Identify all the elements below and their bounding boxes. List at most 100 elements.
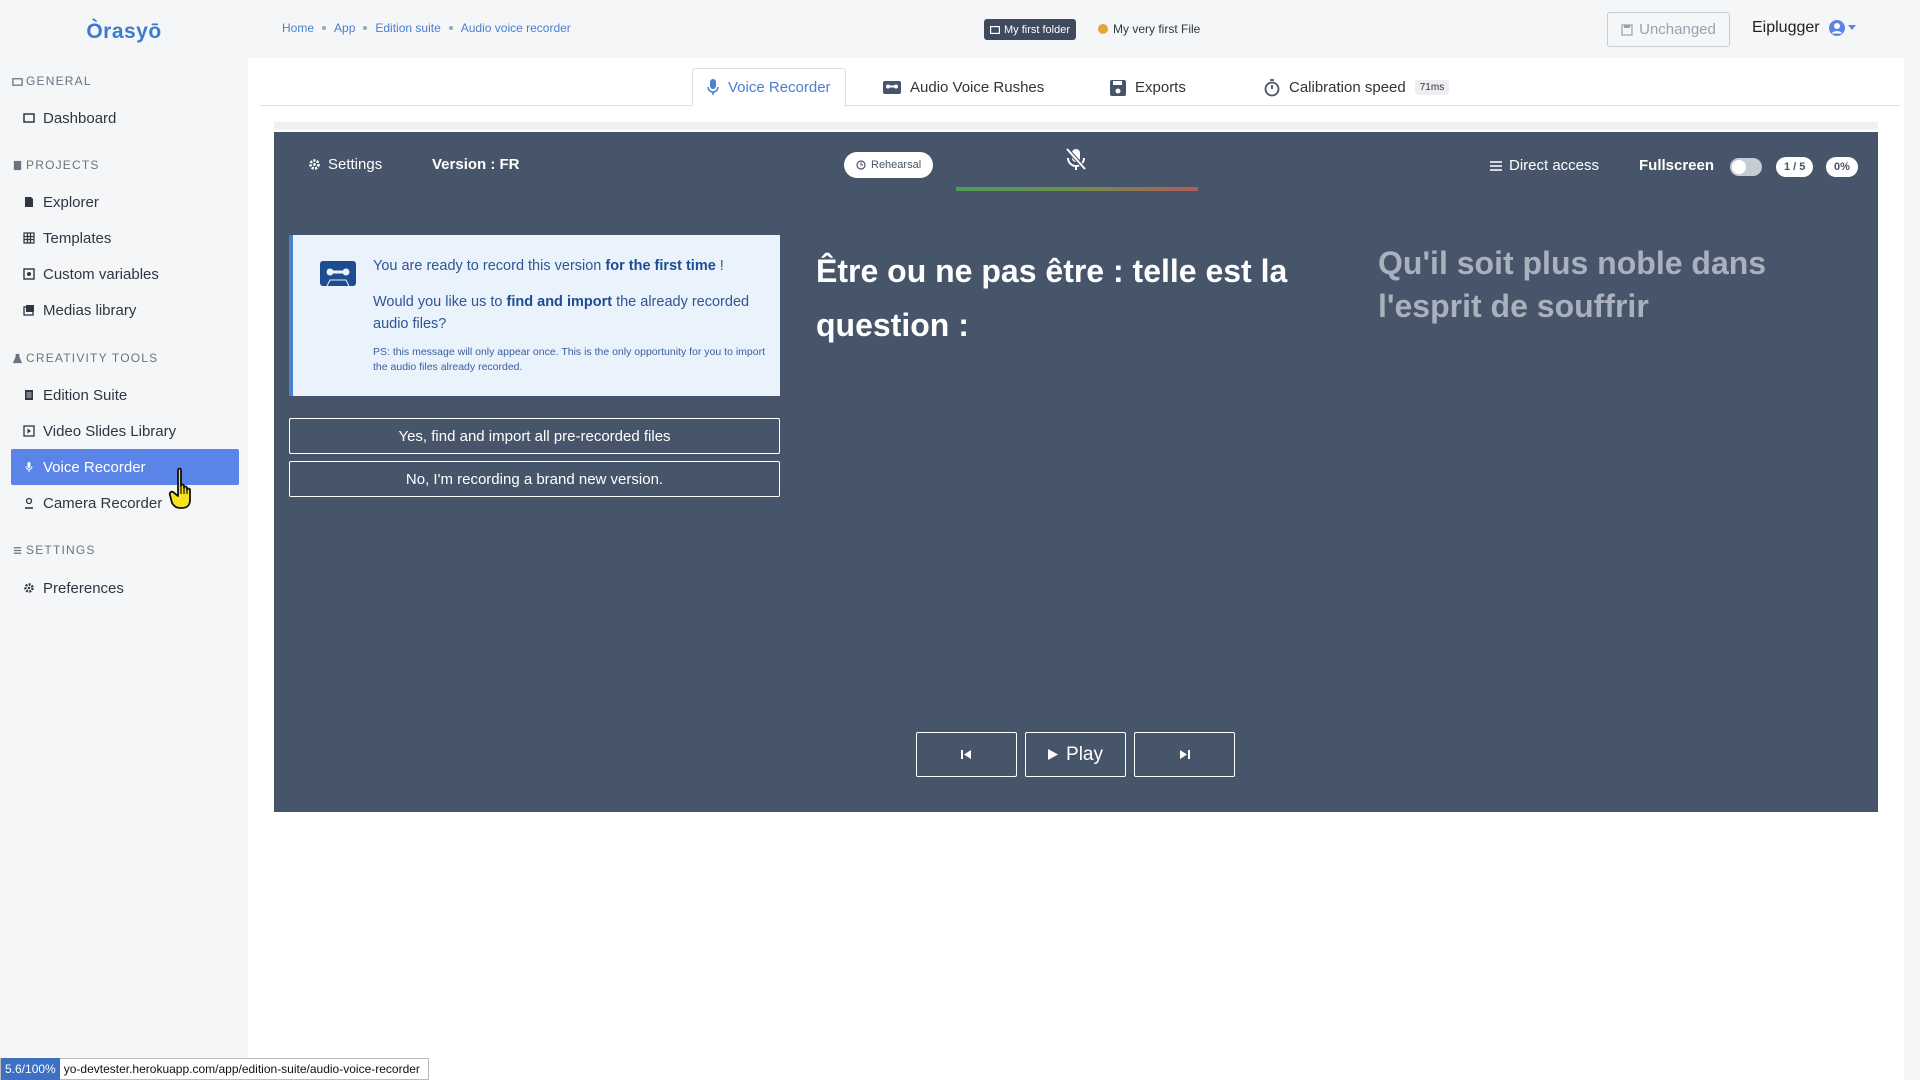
file-status-icon <box>1098 24 1108 34</box>
sidebar-item-label: Explorer <box>43 193 99 211</box>
file-label[interactable]: My very first File <box>1098 22 1200 36</box>
sidebar-item-templates[interactable]: Templates <box>11 220 239 256</box>
slides-icon <box>23 425 35 437</box>
file-name: My very first File <box>1113 22 1201 36</box>
info-line1-emphasis: for the first time <box>605 258 716 274</box>
direct-access-label: Direct access <box>1509 157 1600 174</box>
slide-counter-badge: 1 / 5 <box>1776 157 1814 177</box>
skip-forward-icon <box>1180 750 1190 759</box>
user-circle-icon <box>1828 20 1845 36</box>
sidebar-item-label: Preferences <box>43 579 124 597</box>
section-general: GENERAL <box>12 74 92 88</box>
sidebar-item-label: Dashboard <box>43 109 117 127</box>
dashboard-icon <box>23 112 35 124</box>
status-url: yo-devtester.herokuapp.com/app/edition-s… <box>59 1062 428 1076</box>
sidebar-item-preferences[interactable]: Preferences <box>11 570 239 606</box>
sidebar-item-edition-suite[interactable]: Edition Suite <box>11 377 239 413</box>
zoom-indicator: 5.6/100% <box>1 1058 60 1080</box>
top-header: Home App Edition suite Audio voice recor… <box>248 0 1920 58</box>
sidebar-item-medias-library[interactable]: Medias library <box>11 292 239 328</box>
sliders-icon <box>13 546 22 554</box>
breadcrumb-separator <box>363 26 368 30</box>
sidebar-item-label: Templates <box>43 229 112 247</box>
info-message: You are ready to record this version for… <box>373 255 768 335</box>
info-line1-text: You are ready to record this version <box>373 258 606 274</box>
version-text: Version : FR <box>432 156 520 173</box>
hand-cursor-icon <box>168 466 204 517</box>
first-time-info-box: You are ready to record this version for… <box>289 235 780 396</box>
progress-badge: 0% <box>1826 157 1858 177</box>
breadcrumb-home[interactable]: Home <box>282 21 314 35</box>
stopwatch-icon <box>1264 78 1280 96</box>
speed-badge: 71ms <box>1414 80 1450 95</box>
recorder-panel: Settings Version : FR Rehearsal Direct a… <box>274 132 1878 812</box>
folder-badge[interactable]: My first folder <box>984 19 1077 40</box>
sidebar-item-voice-recorder[interactable]: Voice Recorder <box>11 449 239 485</box>
sidebar-item-label: Medias library <box>43 301 137 319</box>
floppy-disk-icon <box>1110 79 1126 96</box>
settings-button[interactable]: Settings <box>308 156 382 173</box>
save-status-button[interactable]: Unchanged <box>1607 12 1730 47</box>
tab-bar: Voice Recorder Audio Voice Rushes Export… <box>260 68 1900 107</box>
section-settings: SETTINGS <box>12 543 96 557</box>
brand-logo[interactable]: Òrasyō <box>0 20 248 44</box>
section-title: PROJECTS <box>26 158 100 172</box>
images-icon <box>23 304 35 316</box>
user-camera-icon <box>23 497 35 509</box>
sidebar-item-video-slides-library[interactable]: Video Slides Library <box>11 413 239 449</box>
breadcrumb-separator <box>448 26 453 30</box>
rehearsal-toggle[interactable]: Rehearsal <box>844 152 934 178</box>
sidebar-item-explorer[interactable]: Explorer <box>11 184 239 220</box>
microphone-muted-icon[interactable] <box>1064 147 1088 178</box>
play-label: Play <box>1066 743 1103 765</box>
chevron-down-icon <box>1847 25 1856 30</box>
audio-level-meter <box>956 187 1198 191</box>
tab-label: Calibration speed <box>1289 79 1406 96</box>
tab-exports[interactable]: Exports <box>1096 68 1200 107</box>
section-title: SETTINGS <box>26 543 96 557</box>
info-line2-text: Would you like us to <box>373 294 507 310</box>
rehearsal-label: Rehearsal <box>871 159 922 171</box>
section-creativity-tools: CREATIVITY TOOLS <box>12 351 158 365</box>
info-line1-end: ! <box>715 258 724 274</box>
settings-label: Settings <box>328 156 383 173</box>
folder-name: My first folder <box>1004 23 1071 36</box>
breadcrumb-edition-suite[interactable]: Edition suite <box>375 21 440 35</box>
sidebar-item-dashboard[interactable]: Dashboard <box>11 100 239 136</box>
user-menu[interactable]: Eiplugger <box>1752 19 1856 37</box>
fullscreen-label: Fullscreen <box>1639 157 1714 174</box>
next-script-text: Qu'il soit plus noble dans l'esprit de s… <box>1378 245 1767 324</box>
sidebar-item-custom-variables[interactable]: Custom variables <box>11 256 239 292</box>
sidebar-item-camera-recorder[interactable]: Camera Recorder <box>11 485 239 521</box>
clock-icon <box>856 160 866 170</box>
tab-audio-voice-rushes[interactable]: Audio Voice Rushes <box>869 68 1058 107</box>
new-version-button[interactable]: No, I'm recording a brand new version. <box>289 461 780 497</box>
document-icon <box>23 389 35 401</box>
play-icon <box>1048 749 1059 760</box>
file-icon <box>23 196 35 208</box>
breadcrumb-audio-voice-recorder[interactable]: Audio voice recorder <box>461 21 571 35</box>
sidebar-item-label: Video Slides Library <box>43 422 177 440</box>
next-button[interactable] <box>1134 732 1235 777</box>
browser-status-bar: 5.6/100% yo-devtester.herokuapp.com/app/… <box>0 1058 429 1080</box>
previous-button[interactable] <box>916 732 1017 777</box>
breadcrumb: Home App Edition suite Audio voice recor… <box>282 21 571 35</box>
breadcrumb-app[interactable]: App <box>334 21 355 35</box>
sidebar-item-label: Voice Recorder <box>43 458 146 476</box>
info-line2-emphasis: find and import <box>506 294 613 310</box>
play-button[interactable]: Play <box>1025 732 1126 777</box>
import-prerecorded-button[interactable]: Yes, find and import all pre-recorded fi… <box>289 418 780 454</box>
direct-access-button[interactable]: Direct access <box>1490 157 1599 174</box>
info-ps-note: PS: this message will only appear once. … <box>373 346 766 373</box>
fullscreen-toggle[interactable] <box>1730 158 1762 176</box>
skip-back-icon <box>961 750 971 759</box>
save-status-label: Unchanged <box>1639 21 1716 38</box>
tab-label: Audio Voice Rushes <box>910 79 1045 96</box>
main-content: Voice Recorder Audio Voice Rushes Export… <box>248 58 1904 1080</box>
section-projects: PROJECTS <box>12 158 100 172</box>
tab-calibration-speed[interactable]: Calibration speed 71ms <box>1250 68 1463 107</box>
tab-voice-recorder[interactable]: Voice Recorder <box>692 68 846 107</box>
sidebar-item-label: Camera Recorder <box>43 494 163 512</box>
version-label: Version : FR <box>432 156 520 173</box>
sidebar-item-label: Custom variables <box>43 265 159 283</box>
